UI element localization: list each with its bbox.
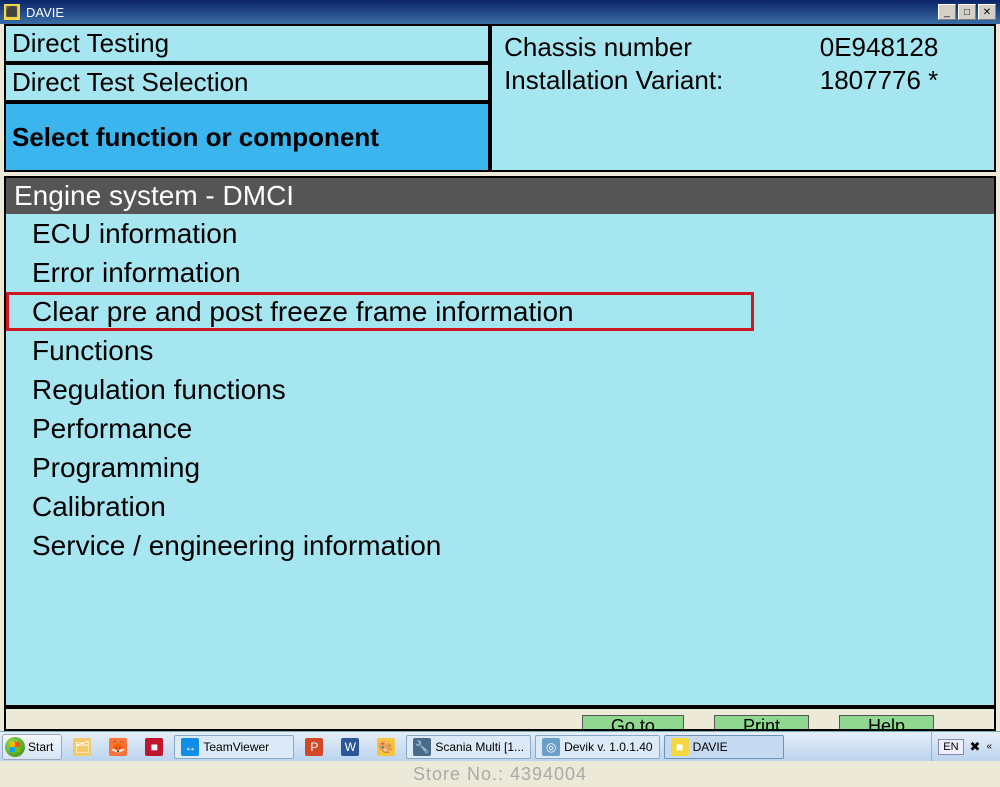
chassis-label: Chassis number xyxy=(504,32,788,63)
davie-icon: ■ xyxy=(671,738,689,756)
list-item[interactable]: Programming xyxy=(6,448,994,487)
powerpoint-icon: P xyxy=(305,738,323,756)
taskbar-item-davie[interactable]: ■ DAVIE xyxy=(664,735,784,759)
list-item[interactable]: Clear pre and post freeze frame informat… xyxy=(6,292,754,331)
breadcrumb-1[interactable]: Direct Testing xyxy=(4,24,490,63)
goto-button[interactable]: Go to xyxy=(582,715,684,731)
list-item[interactable]: Service / engineering information xyxy=(6,526,994,565)
system-tray: EN ✖ « xyxy=(931,732,998,761)
print-button[interactable]: Print xyxy=(714,715,809,731)
minimize-button[interactable]: _ xyxy=(938,4,956,20)
taskbar-item-teamviewer[interactable]: ↔ TeamViewer xyxy=(174,735,294,759)
breadcrumb-panel: Direct Testing Direct Test Selection Sel… xyxy=(4,24,490,172)
variant-label: Installation Variant: xyxy=(504,65,788,96)
window-title: DAVIE xyxy=(26,5,64,20)
close-button[interactable]: ✕ xyxy=(978,4,996,20)
tray-network-icon[interactable]: ✖ xyxy=(970,739,981,755)
window-controls: _ □ ✕ xyxy=(938,4,996,20)
taskbar-item-powerpoint[interactable]: P xyxy=(298,735,330,759)
variant-value: 1807776 * xyxy=(790,65,982,96)
list-item[interactable]: Error information xyxy=(6,253,994,292)
scania-icon: 🔧 xyxy=(413,738,431,756)
chassis-value: 0E948128 xyxy=(790,32,982,63)
taskbar-item-label: TeamViewer xyxy=(203,740,269,754)
windows-icon xyxy=(5,737,25,757)
firefox-icon: 🦊 xyxy=(109,738,127,756)
taskbar-item-word[interactable]: W xyxy=(334,735,366,759)
paint-icon: 🎨 xyxy=(377,738,395,756)
top-panel: Direct Testing Direct Test Selection Sel… xyxy=(4,24,996,172)
list-group-header: Engine system - DMCI xyxy=(6,178,994,214)
breadcrumb-2[interactable]: Direct Test Selection xyxy=(4,63,490,102)
devik-icon: ◎ xyxy=(542,738,560,756)
function-list: Engine system - DMCI ECU informationErro… xyxy=(4,176,996,707)
tray-chevron-icon[interactable]: « xyxy=(986,741,992,752)
taskbar-item-scania[interactable]: 🔧 Scania Multi [1... xyxy=(406,735,531,759)
maximize-button[interactable]: □ xyxy=(958,4,976,20)
taskbar-item-paint[interactable]: 🎨 xyxy=(370,735,402,759)
list-item[interactable]: Performance xyxy=(6,409,994,448)
red-icon: ■ xyxy=(145,738,163,756)
teamviewer-icon: ↔ xyxy=(181,738,199,756)
app-body: Direct Testing Direct Test Selection Sel… xyxy=(4,24,996,731)
list-item[interactable]: ECU information xyxy=(6,214,994,253)
language-indicator[interactable]: EN xyxy=(938,739,963,755)
taskbar-item-label: DAVIE xyxy=(693,740,728,754)
taskbar-item-explorer[interactable]: 🗂 xyxy=(66,735,98,759)
taskbar-item-red[interactable]: ■ xyxy=(138,735,170,759)
app-icon: ⬛ xyxy=(4,4,20,20)
start-button[interactable]: Start xyxy=(2,734,62,760)
prompt-label: Select function or component xyxy=(4,102,490,172)
watermark: Store No.: 4394004 xyxy=(0,764,1000,785)
bottom-bar: Go to Print Help xyxy=(4,707,996,731)
taskbar-item-firefox[interactable]: 🦊 xyxy=(102,735,134,759)
titlebar: ⬛ DAVIE _ □ ✕ xyxy=(0,0,1000,24)
list-item[interactable]: Functions xyxy=(6,331,994,370)
word-icon: W xyxy=(341,738,359,756)
taskbar-item-label: Scania Multi [1... xyxy=(435,740,524,754)
list-item[interactable]: Regulation functions xyxy=(6,370,994,409)
taskbar: Start 🗂 🦊 ■ ↔ TeamViewer PW 🎨 🔧 Scania Multi [1.… xyxy=(0,731,1000,761)
taskbar-item-devik[interactable]: ◎ Devik v. 1.0.1.40 xyxy=(535,735,660,759)
vehicle-info-panel: Chassis number 0E948128 Installation Var… xyxy=(490,24,996,172)
taskbar-item-label: Devik v. 1.0.1.40 xyxy=(564,740,653,754)
explorer-icon: 🗂 xyxy=(73,738,91,756)
help-button[interactable]: Help xyxy=(839,715,934,731)
start-label: Start xyxy=(28,740,53,754)
list-item[interactable]: Calibration xyxy=(6,487,994,526)
